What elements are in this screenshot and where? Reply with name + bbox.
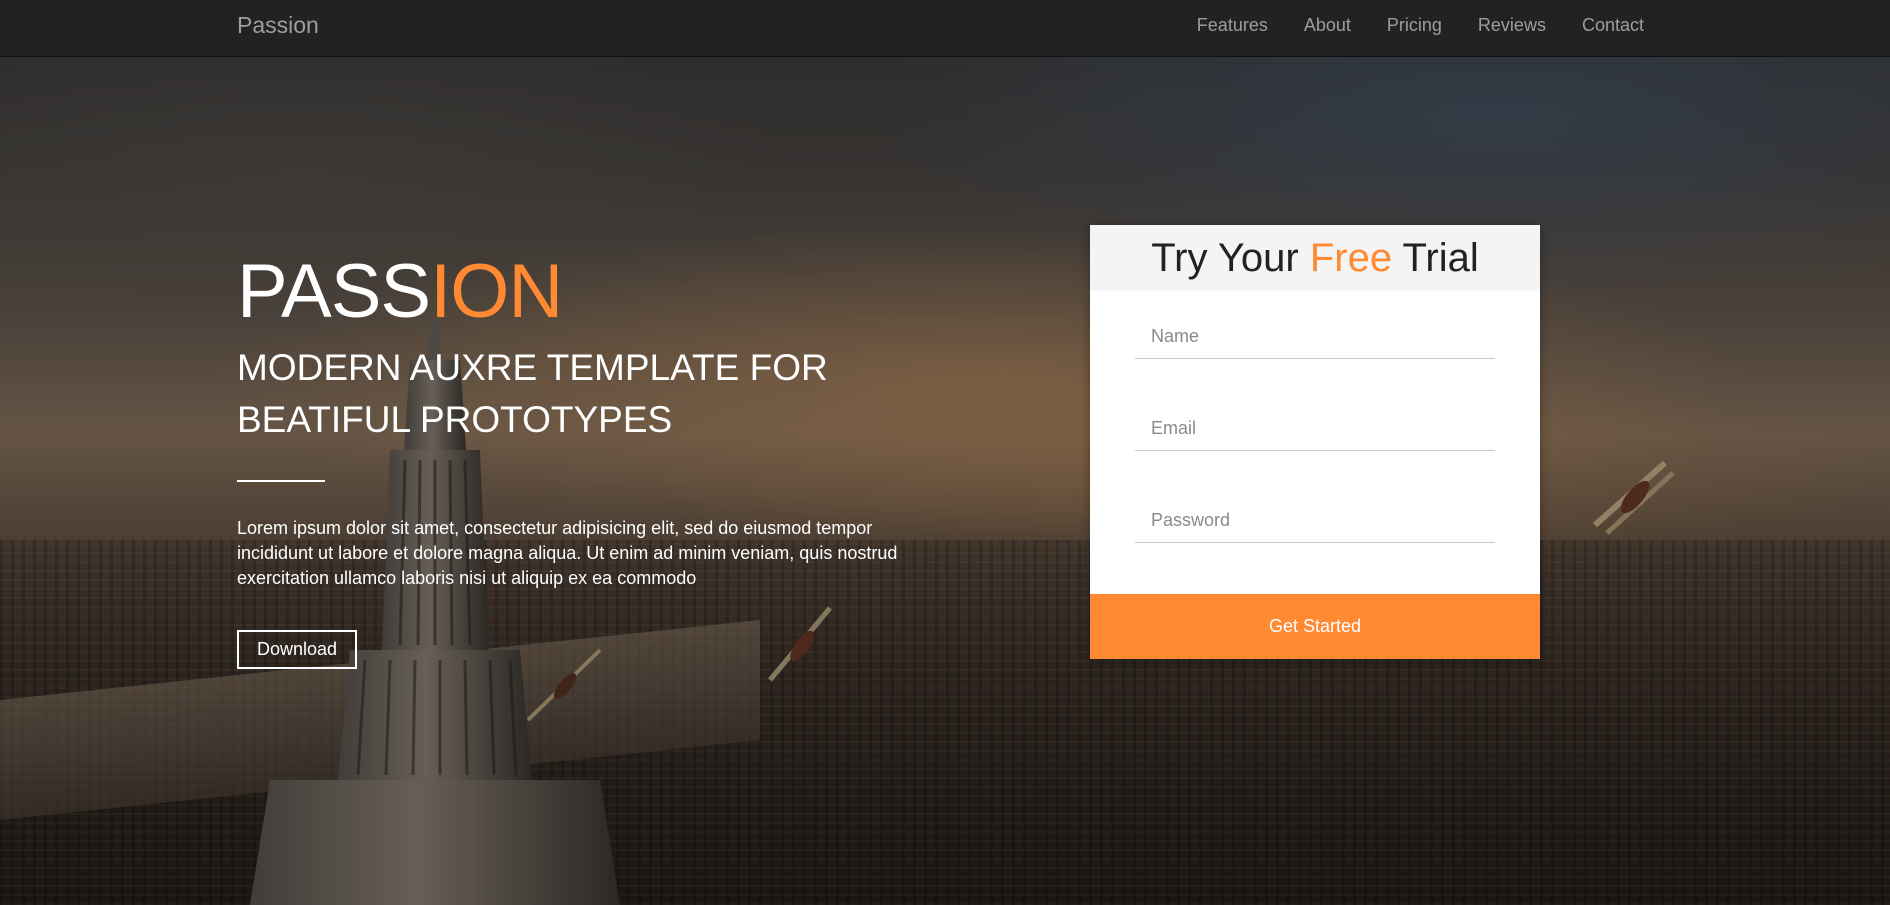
nav-item: Features: [1179, 0, 1286, 57]
email-field[interactable]: [1135, 407, 1495, 451]
trial-title-accent: Free: [1309, 236, 1393, 280]
nav-item: Pricing: [1369, 0, 1460, 57]
get-started-button[interactable]: Get Started: [1090, 594, 1540, 659]
navbar: Passion Features About Pricing Reviews C…: [0, 0, 1890, 57]
trial-card-title: Try Your Free Trial: [1090, 225, 1540, 291]
nav-link-reviews[interactable]: Reviews: [1460, 0, 1564, 51]
download-button[interactable]: Download: [237, 630, 358, 669]
nav-link-features[interactable]: Features: [1179, 0, 1286, 51]
nav-item: About: [1286, 0, 1369, 57]
hero-title: PASSION: [237, 250, 937, 334]
hero-title-main: PASS: [237, 249, 431, 334]
trial-title-after: Trial: [1392, 236, 1479, 280]
nav-item: Contact: [1564, 0, 1662, 57]
brand-link[interactable]: Passion: [237, 12, 319, 39]
nav-link-about[interactable]: About: [1286, 0, 1369, 51]
hero-title-accent: ION: [430, 249, 563, 334]
hero-subtitle: MODERN AUXRE TEMPLATE FOR BEATIFUL PROTO…: [237, 347, 828, 440]
hero-content: PASSION MODERN AUXRE TEMPLATE FOR BEATIF…: [237, 250, 937, 669]
hero-copy: Lorem ipsum dolor sit amet, consectetur …: [237, 518, 898, 588]
password-field[interactable]: [1135, 499, 1495, 543]
nav-item: Reviews: [1460, 0, 1564, 57]
nav-link-contact[interactable]: Contact: [1564, 0, 1662, 51]
trial-signup-card: Try Your Free Trial Get Started: [1090, 225, 1540, 659]
nav-link-pricing[interactable]: Pricing: [1369, 0, 1460, 51]
trial-title-before: Try Your: [1151, 236, 1310, 280]
name-field[interactable]: [1135, 315, 1495, 359]
hero-divider: [237, 480, 325, 482]
trial-form: [1090, 291, 1540, 543]
nav-links: Features About Pricing Reviews Contact: [1179, 0, 1662, 57]
